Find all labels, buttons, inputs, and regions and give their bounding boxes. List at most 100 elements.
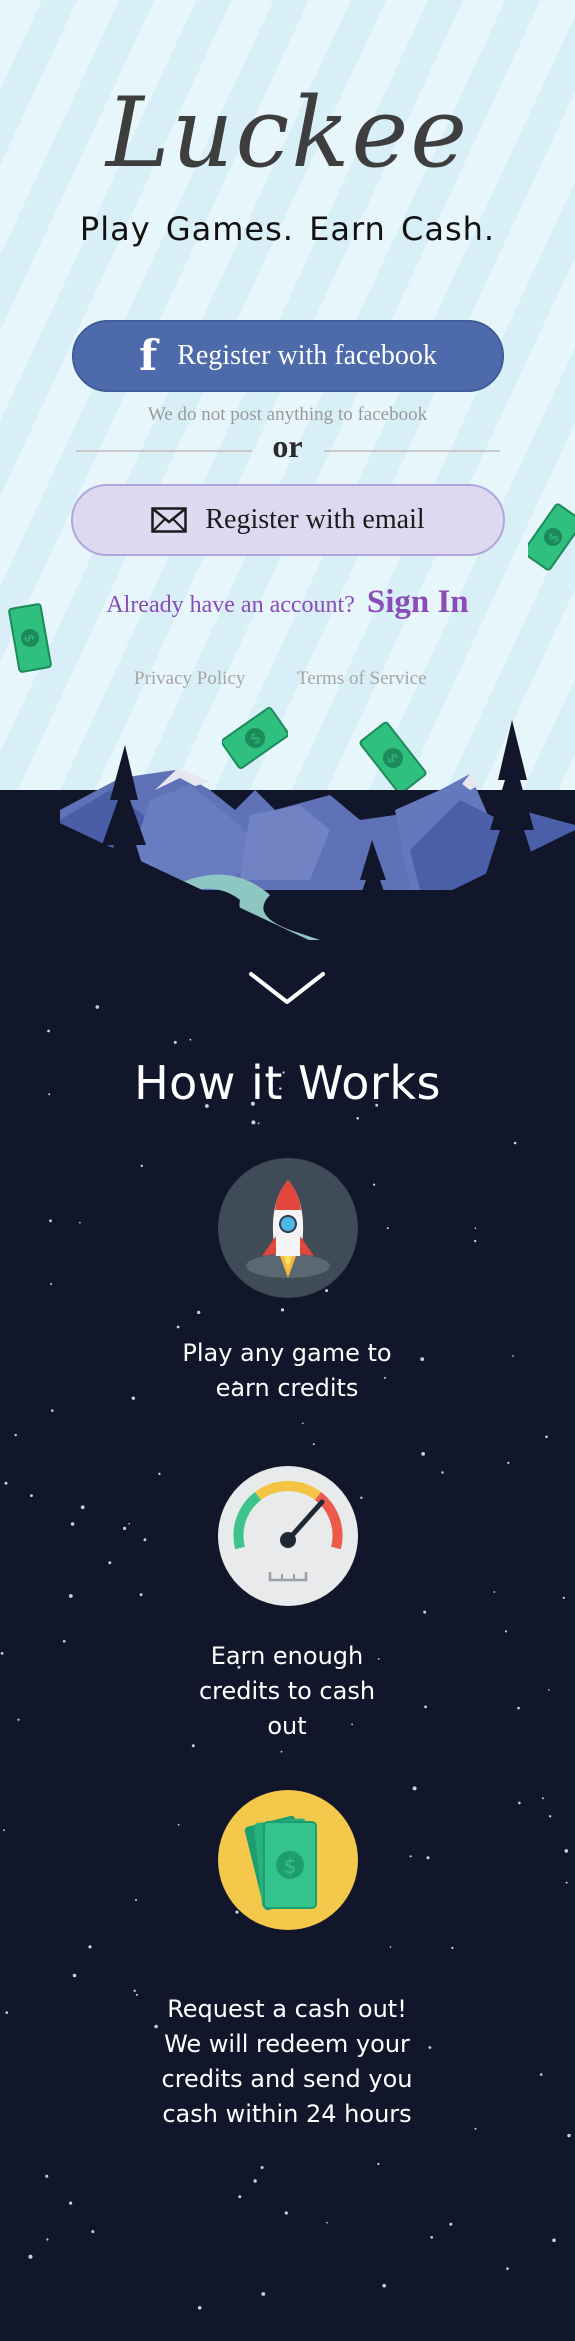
step-3-text: Request a cash out! We will redeem your … [137,1992,437,2132]
step-3-line: cash within 24 hours [162,2100,412,2128]
star [4,1481,8,1485]
terms-of-service-link[interactable]: Terms of Service [297,668,427,690]
step-3-line: credits and send you [161,2065,413,2093]
step-1-line: earn credits [215,1374,359,1402]
star [426,1856,430,1860]
star [280,1308,285,1312]
register-email-label: Register with email [205,504,425,535]
star [512,1355,514,1357]
star [377,2162,380,2165]
star [257,1122,260,1125]
star [253,2179,257,2183]
star [131,1396,135,1400]
star [493,1591,496,1593]
star [284,2211,288,2215]
star [474,1227,477,1229]
star [504,1630,508,1633]
star [158,1472,161,1475]
star [567,2133,571,2138]
star [139,1593,143,1597]
chevron-down-icon[interactable] [247,968,327,1010]
star [312,1443,315,1446]
star [91,2230,95,2234]
signin-link[interactable]: Sign In [367,584,469,620]
facebook-privacy-note: We do not post anything to facebook [147,404,428,425]
star [133,1989,136,1992]
star [30,1494,33,1497]
speedometer-icon [218,1466,358,1606]
star [449,2222,453,2226]
star [356,1117,360,1120]
star [79,1221,81,1224]
star [382,2283,387,2288]
star [47,1029,50,1033]
star [14,1433,17,1437]
privacy-policy-link[interactable]: Privacy Policy [134,668,245,690]
star [191,1744,195,1748]
star [135,1899,137,1902]
star [123,1526,127,1530]
signin-prompt: Already have an account? [106,592,355,618]
how-it-works-title: How it Works [134,1056,441,1110]
star [441,1471,444,1474]
star [474,1239,477,1243]
star [50,1283,53,1285]
star [70,1522,75,1526]
star [552,2238,556,2243]
star [28,2254,33,2259]
star [539,2073,543,2076]
star [409,1855,412,1858]
star [302,1422,304,1425]
star [261,2292,266,2296]
star [197,2306,202,2310]
svg-text:$: $ [284,1854,297,1878]
star [474,2127,477,2130]
step-2-line: Earn enough [210,1642,364,1670]
star [45,2174,49,2178]
star [251,1120,256,1125]
rocket-icon [218,1158,358,1298]
star [373,1183,376,1186]
step-3-line: We will redeem your [164,2030,410,2058]
register-email-button[interactable]: Register with email [71,484,505,556]
register-facebook-button[interactable]: f Register with facebook [72,320,504,392]
star [177,1823,180,1826]
step-2-line: credits to cash [198,1677,376,1705]
star [46,2238,49,2241]
star [506,2267,509,2270]
step-2-text: Earn enough credits to cash out [137,1639,437,1744]
star [51,1409,54,1412]
star [69,2201,73,2205]
mountain-landscape-illustration [0,720,575,990]
star [564,1849,569,1853]
step-1-line: Play any game to [182,1339,392,1367]
money-icon: $ [218,1790,358,1930]
star [565,1881,568,1884]
step-3-line: Request a cash out! [167,1995,407,2023]
star [189,1038,192,1041]
star [360,1496,363,1499]
star [140,1164,143,1168]
star [451,1946,454,1949]
star [143,1538,147,1542]
star [545,1435,548,1439]
star [562,1596,565,1599]
star [17,1718,20,1721]
star [5,2011,9,2014]
divider-right [324,450,500,452]
star [517,1706,520,1710]
star [80,1505,85,1510]
star [507,1461,510,1464]
star [548,1815,552,1818]
star [423,1610,427,1614]
star [49,1219,52,1223]
star [541,1797,544,1800]
app-logo: Luckee [105,77,470,189]
money-bill-icon: $ [528,503,575,571]
star [72,1973,77,1978]
register-facebook-label: Register with facebook [177,340,437,371]
star [513,1141,517,1145]
star [95,1005,100,1009]
facebook-f-icon: f [139,331,158,380]
star [386,1227,389,1230]
